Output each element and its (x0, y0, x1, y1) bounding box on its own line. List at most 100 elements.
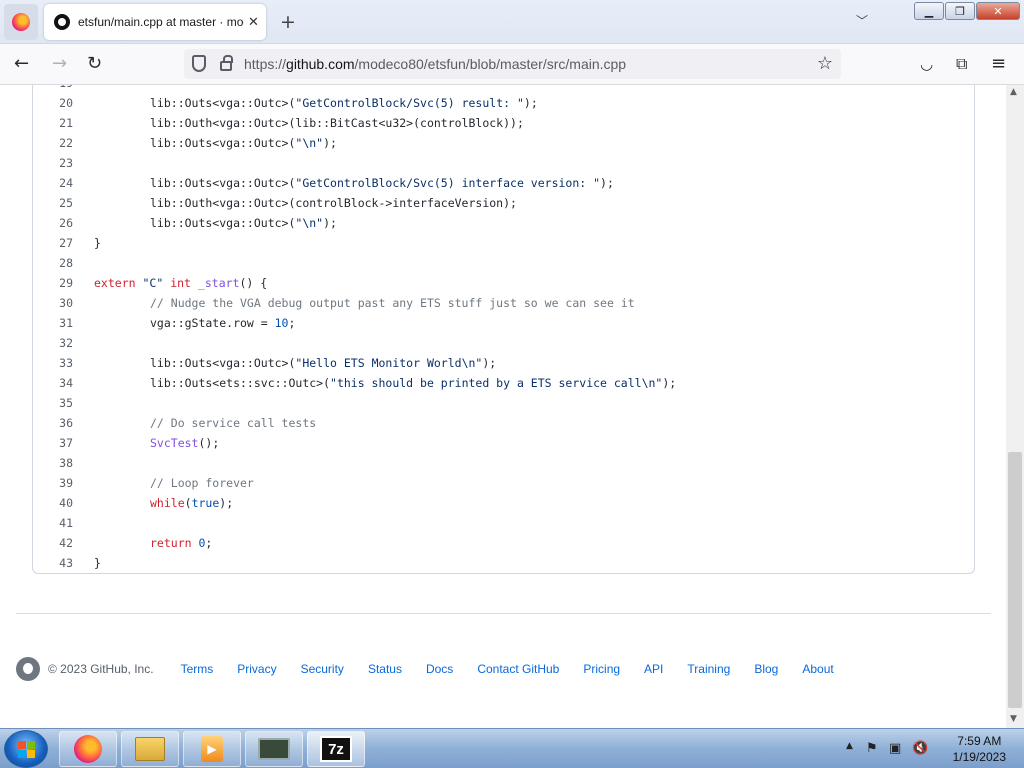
footer-link-contact-github[interactable]: Contact GitHub (477, 662, 559, 676)
code-line: 21 lib::Outh<vga::Outc>(lib::BitCast<u32>… (33, 113, 973, 133)
footer-link-about[interactable]: About (802, 662, 833, 676)
code-line: 28 (33, 253, 973, 273)
network-monitor-icon (258, 738, 290, 760)
line-code: extern "C" int _start() { (94, 276, 268, 290)
code-line: 41 (33, 513, 973, 533)
code-line: 38 (33, 453, 973, 473)
scroll-up-icon[interactable]: ▲ (1010, 87, 1017, 97)
scrollbar-thumb[interactable] (1008, 452, 1022, 708)
volume-muted-icon[interactable]: 🔇 (912, 741, 928, 756)
footer-link-pricing[interactable]: Pricing (583, 662, 620, 676)
taskbar: ▶ 7z ▲ ⚑ ▣ 🔇 7:59 AM 1/19/2023 (0, 728, 1024, 768)
line-code: lib::Outs<vga::Outc>("GetControlBlock/Sv… (150, 96, 538, 110)
line-number[interactable]: 26 (47, 213, 73, 233)
line-number[interactable]: 24 (47, 173, 73, 193)
line-number[interactable]: 19 (47, 85, 73, 93)
line-code: // Loop forever (150, 476, 254, 490)
taskbar-firefox-button[interactable] (59, 731, 117, 767)
copyright-text: © 2023 GitHub, Inc. (48, 662, 154, 676)
line-code: lib::Outh<vga::Outc>(lib::BitCast<u32>(c… (150, 116, 524, 130)
line-code: lib::Outh<vga::Outc>(controlBlock->inter… (150, 196, 517, 210)
clock[interactable]: 7:59 AM 1/19/2023 (953, 733, 1006, 765)
pocket-icon[interactable]: ◡ (920, 53, 933, 75)
line-number[interactable]: 31 (47, 313, 73, 333)
line-number[interactable]: 37 (47, 433, 73, 453)
taskbar-network-button[interactable] (245, 731, 303, 767)
footer-link-docs[interactable]: Docs (426, 662, 453, 676)
line-number[interactable]: 20 (47, 93, 73, 113)
bookmark-star-icon[interactable]: ☆ (817, 53, 833, 74)
github-favicon-icon (54, 14, 70, 30)
taskbar-media-player-button[interactable]: ▶ (183, 731, 241, 767)
code-line: 20 lib::Outs<vga::Outc>("GetControlBlock/… (33, 93, 973, 113)
navigation-toolbar: ← → ↻ https://github.com/modeco80/etsfun… (0, 44, 1024, 85)
line-number[interactable]: 30 (47, 293, 73, 313)
line-number[interactable]: 41 (47, 513, 73, 533)
line-number[interactable]: 29 (47, 273, 73, 293)
show-hidden-icons[interactable]: ▲ (846, 741, 853, 751)
code-line: 27} (33, 233, 973, 253)
network-icon[interactable]: ▣ (889, 741, 901, 756)
scroll-down-icon[interactable]: ▼ (1010, 714, 1017, 724)
line-number[interactable]: 39 (47, 473, 73, 493)
line-code: } (94, 556, 101, 570)
line-number[interactable]: 40 (47, 493, 73, 513)
forward-icon[interactable]: → (52, 53, 67, 75)
action-center-icon[interactable]: ⚑ (866, 741, 878, 756)
taskbar-7zip-button[interactable]: 7z (307, 731, 365, 767)
footer-link-privacy[interactable]: Privacy (237, 662, 276, 676)
app-menu-icon[interactable]: ≡ (991, 53, 1006, 75)
line-code: // Do service call tests (150, 416, 317, 430)
line-code: lib::Outs<vga::Outc>("\n"); (150, 136, 337, 150)
list-all-tabs-icon[interactable]: ﹀ (856, 12, 868, 29)
tab-strip: etsfun/main.cpp at master · modeco80/ets… (0, 0, 1024, 44)
footer-link-status[interactable]: Status (368, 662, 402, 676)
line-number[interactable]: 43 (47, 553, 73, 573)
code-line: 19 (33, 85, 973, 93)
new-tab-button[interactable]: + (280, 12, 296, 32)
github-logo-icon[interactable] (16, 657, 40, 681)
firefox-view-button[interactable] (4, 4, 38, 40)
line-code: lib::Outs<vga::Outc>("GetControlBlock/Sv… (150, 176, 614, 190)
footer-link-security[interactable]: Security (301, 662, 344, 676)
url-text[interactable]: https://github.com/modeco80/etsfun/blob/… (244, 56, 626, 72)
footer-link-training[interactable]: Training (687, 662, 730, 676)
line-number[interactable]: 21 (47, 113, 73, 133)
line-number[interactable]: 35 (47, 393, 73, 413)
lock-icon[interactable] (220, 55, 233, 71)
line-number[interactable]: 23 (47, 153, 73, 173)
code-line: 39 // Loop forever (33, 473, 973, 493)
line-number[interactable]: 42 (47, 533, 73, 553)
close-tab-icon[interactable]: ✕ (248, 15, 259, 30)
line-number[interactable]: 33 (47, 353, 73, 373)
line-number[interactable]: 22 (47, 133, 73, 153)
firefox-icon (74, 735, 102, 763)
start-button[interactable] (4, 730, 48, 768)
line-number[interactable]: 36 (47, 413, 73, 433)
footer-link-terms[interactable]: Terms (181, 662, 214, 676)
footer-link-blog[interactable]: Blog (754, 662, 778, 676)
line-number[interactable]: 32 (47, 333, 73, 353)
code-line: 42 return 0; (33, 533, 973, 553)
line-number[interactable]: 25 (47, 193, 73, 213)
back-icon[interactable]: ← (14, 53, 29, 75)
vertical-scrollbar[interactable]: ▲ ▼ (1006, 85, 1024, 728)
tab-main-cpp[interactable]: etsfun/main.cpp at master · modeco80/ets… (44, 4, 266, 40)
reload-icon[interactable]: ↻ (87, 53, 102, 75)
tracking-protection-icon[interactable] (192, 55, 206, 72)
close-window-button[interactable]: ✕ (976, 2, 1020, 20)
footer-link-api[interactable]: API (644, 662, 663, 676)
clock-time: 7:59 AM (957, 734, 1002, 748)
line-code: lib::Outs<ets::svc::Outc>("this should b… (150, 376, 677, 390)
line-number[interactable]: 27 (47, 233, 73, 253)
firefox-icon (12, 13, 30, 31)
url-bar[interactable]: https://github.com/modeco80/etsfun/blob/… (184, 49, 841, 79)
restore-button[interactable]: ❐ (945, 2, 975, 20)
code-viewer: 1920lib::Outs<vga::Outc>("GetControlBloc… (32, 85, 975, 574)
extensions-icon[interactable]: ⧉ (956, 53, 967, 75)
minimize-button[interactable]: ▁ (914, 2, 944, 20)
line-number[interactable]: 34 (47, 373, 73, 393)
line-number[interactable]: 28 (47, 253, 73, 273)
line-number[interactable]: 38 (47, 453, 73, 473)
taskbar-explorer-button[interactable] (121, 731, 179, 767)
